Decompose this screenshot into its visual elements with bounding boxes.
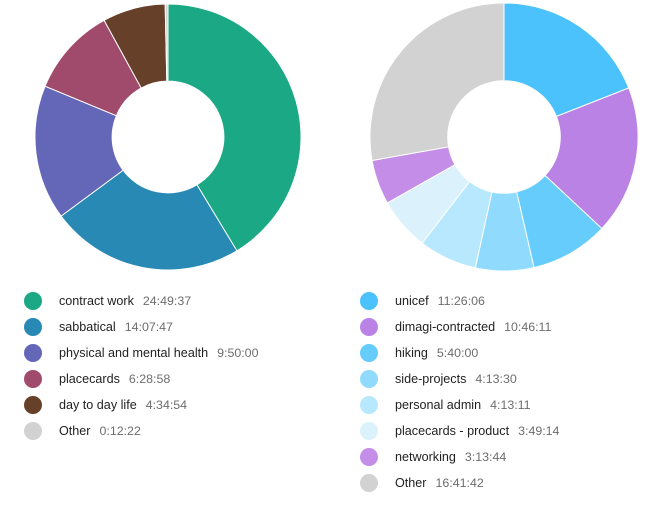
- right-donut-svg: [369, 3, 639, 271]
- left-donut-chart: [0, 2, 336, 272]
- legend-color-swatch: [360, 318, 378, 336]
- legend-item-label: Other: [395, 476, 427, 490]
- time-tracking-donut-dashboard: contract work 24:49:37 sabbatical 14:07:47 p…: [0, 0, 672, 512]
- legend-text-group: placecards - product 3:49:14: [395, 424, 559, 438]
- right-chart-legend: unicef 11:26:06 dimagi-contracted 10:46:11 h…: [336, 288, 672, 496]
- legend-color-swatch: [24, 422, 42, 440]
- legend-color-swatch: [360, 448, 378, 466]
- legend-item[interactable]: physical and mental health 9:50:00: [0, 340, 336, 366]
- legend-item[interactable]: contract work 24:49:37: [0, 288, 336, 314]
- right-donut-chart: [336, 2, 672, 272]
- legend-item-value: 0:12:22: [99, 424, 141, 438]
- legend-item-value: 4:13:11: [490, 398, 531, 412]
- legend-item[interactable]: Other 16:41:42: [336, 470, 672, 496]
- legend-item-label: networking: [395, 450, 456, 464]
- left-chart-panel: contract work 24:49:37 sabbatical 14:07:47 p…: [0, 0, 336, 512]
- left-chart-legend: contract work 24:49:37 sabbatical 14:07:47 p…: [0, 288, 336, 444]
- legend-text-group: day to day life 4:34:54: [59, 398, 187, 412]
- legend-text-group: Other 0:12:22: [59, 424, 141, 438]
- legend-item[interactable]: unicef 11:26:06: [336, 288, 672, 314]
- legend-item-label: sabbatical: [59, 320, 116, 334]
- legend-item-label: placecards: [59, 372, 120, 386]
- legend-item[interactable]: personal admin 4:13:11: [336, 392, 672, 418]
- legend-item-value: 5:40:00: [436, 346, 479, 360]
- legend-text-group: side-projects 4:13:30: [395, 372, 517, 386]
- legend-color-swatch: [24, 370, 42, 388]
- legend-color-swatch: [360, 344, 378, 362]
- legend-item[interactable]: sabbatical 14:07:47: [0, 314, 336, 340]
- legend-color-swatch: [24, 396, 42, 414]
- legend-item-label: day to day life: [59, 398, 137, 412]
- legend-item-value: 4:34:54: [145, 398, 188, 412]
- legend-color-swatch: [24, 344, 42, 362]
- legend-item-value: 14:07:47: [124, 320, 173, 334]
- legend-item-value: 9:50:00: [217, 346, 259, 360]
- left-donut-svg: [34, 4, 302, 270]
- legend-text-group: placecards 6:28:58: [59, 372, 170, 386]
- legend-text-group: personal admin 4:13:11: [395, 398, 531, 412]
- donut-slice[interactable]: [369, 3, 505, 162]
- legend-item-label: physical and mental health: [59, 346, 209, 360]
- legend-text-group: physical and mental health 9:50:00: [59, 346, 258, 360]
- legend-color-swatch: [360, 396, 378, 414]
- legend-text-group: Other 16:41:42: [395, 476, 484, 490]
- legend-item-label: personal admin: [395, 398, 482, 412]
- legend-item-label: hiking: [395, 346, 428, 360]
- legend-item-value: 4:13:30: [475, 372, 517, 386]
- legend-item-label: contract work: [59, 294, 134, 308]
- legend-item-label: Other: [59, 424, 91, 438]
- legend-text-group: dimagi-contracted 10:46:11: [395, 320, 551, 334]
- legend-item-label: unicef: [395, 294, 429, 308]
- legend-item[interactable]: placecards 6:28:58: [0, 366, 336, 392]
- legend-item-label: placecards - product: [395, 424, 510, 438]
- legend-item-value: 6:28:58: [128, 372, 171, 386]
- legend-item-value: 16:41:42: [435, 476, 484, 490]
- legend-item-value: 24:49:37: [142, 294, 192, 308]
- legend-text-group: unicef 11:26:06: [395, 294, 485, 308]
- legend-item[interactable]: networking 3:13:44: [336, 444, 672, 470]
- right-chart-panel: unicef 11:26:06 dimagi-contracted 10:46:11 h…: [336, 0, 672, 512]
- legend-text-group: sabbatical 14:07:47: [59, 320, 173, 334]
- legend-item[interactable]: day to day life 4:34:54: [0, 392, 336, 418]
- legend-item-value: 3:49:14: [518, 424, 560, 438]
- legend-text-group: contract work 24:49:37: [59, 294, 191, 308]
- legend-item[interactable]: dimagi-contracted 10:46:11: [336, 314, 672, 340]
- legend-item[interactable]: Other 0:12:22: [0, 418, 336, 444]
- legend-item-label: dimagi-contracted: [395, 320, 496, 334]
- legend-color-swatch: [24, 292, 42, 310]
- legend-text-group: networking 3:13:44: [395, 450, 506, 464]
- legend-item-value: 11:26:06: [437, 294, 485, 308]
- legend-color-swatch: [360, 474, 378, 492]
- legend-color-swatch: [360, 370, 378, 388]
- legend-item-value: 3:13:44: [464, 450, 507, 464]
- legend-item[interactable]: placecards - product 3:49:14: [336, 418, 672, 444]
- legend-item[interactable]: hiking 5:40:00: [336, 340, 672, 366]
- legend-color-swatch: [360, 292, 378, 310]
- legend-color-swatch: [360, 422, 378, 440]
- legend-item-label: side-projects: [395, 372, 467, 386]
- legend-text-group: hiking 5:40:00: [395, 346, 478, 360]
- legend-item-value: 10:46:11: [504, 320, 552, 334]
- legend-item[interactable]: side-projects 4:13:30: [336, 366, 672, 392]
- legend-color-swatch: [24, 318, 42, 336]
